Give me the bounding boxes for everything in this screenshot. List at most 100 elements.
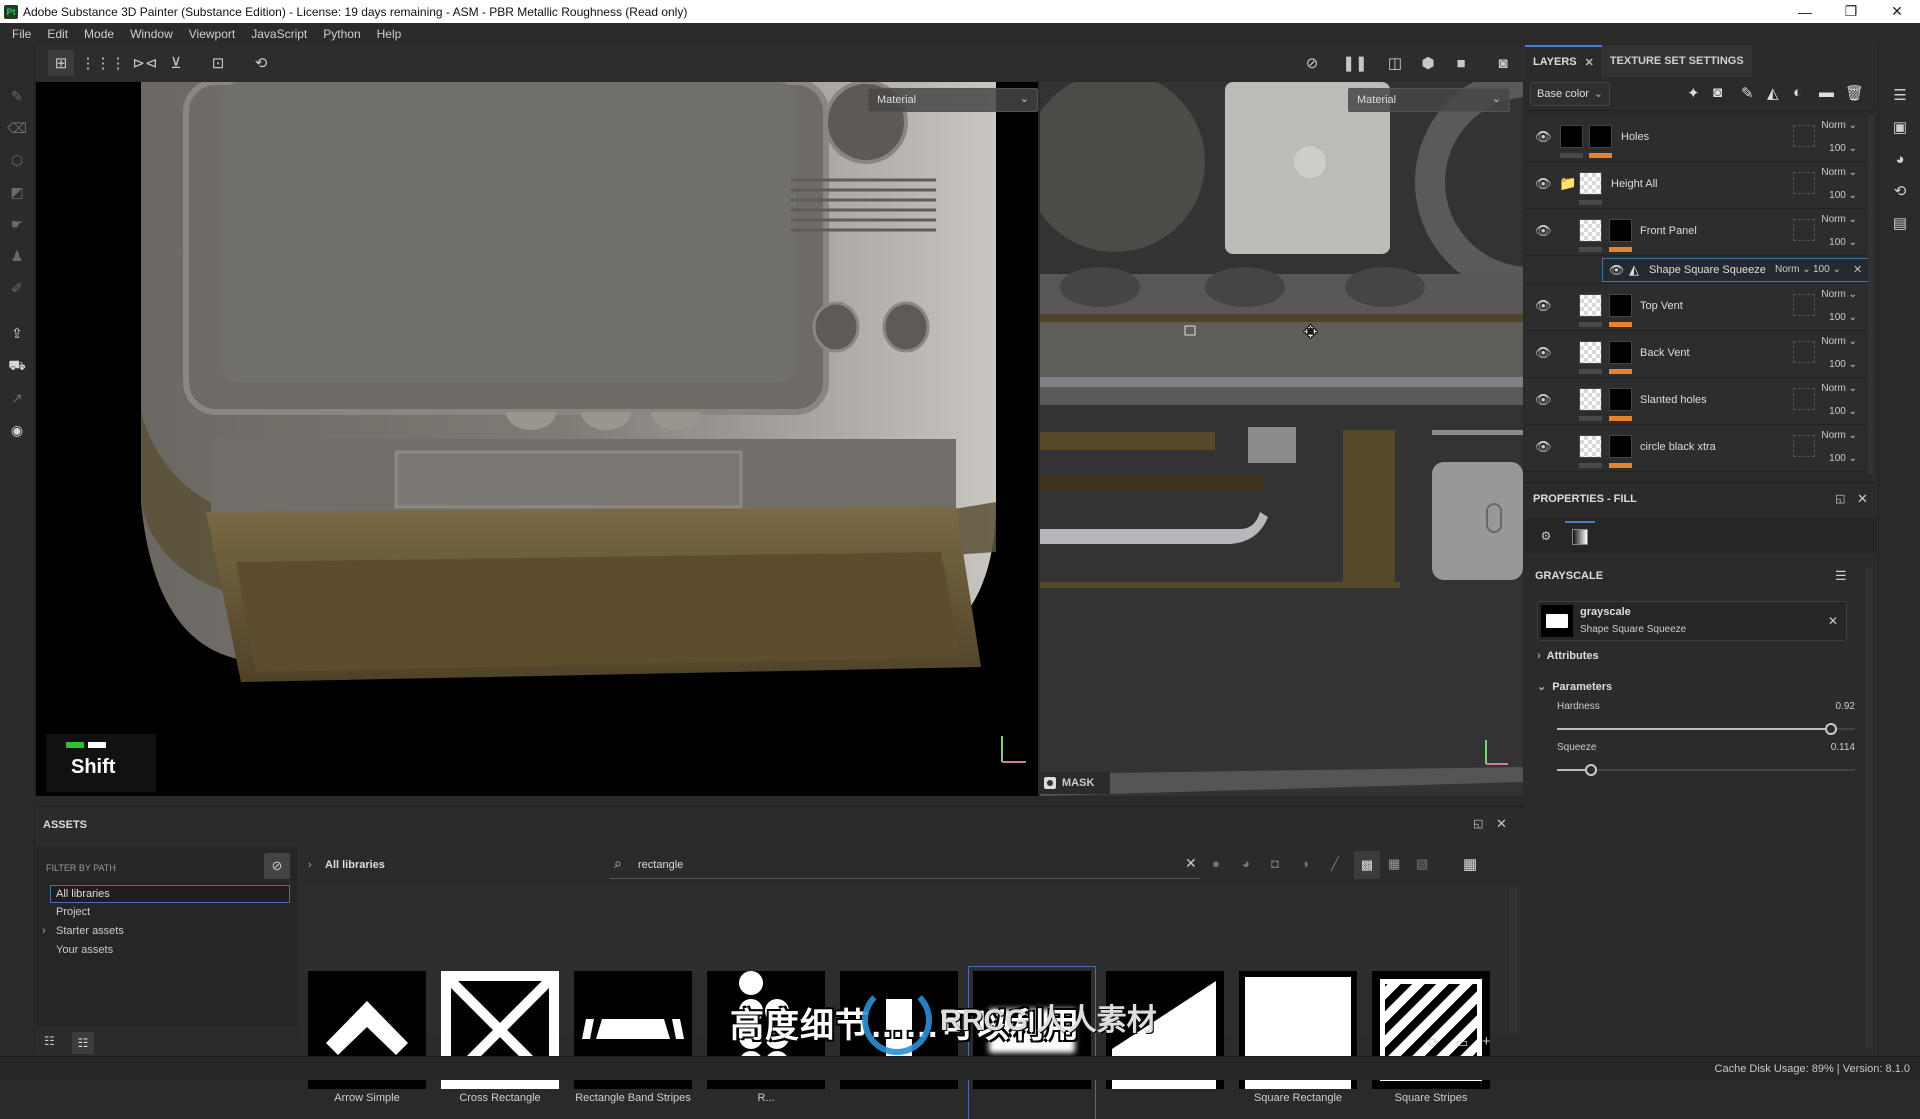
filter-alphas-icon[interactable]: ▩ xyxy=(1354,851,1380,879)
minimize-button[interactable]: — xyxy=(1782,0,1828,23)
add-effect-icon[interactable]: ✦ xyxy=(1687,84,1700,102)
layer-row-height-all[interactable]: 👁 📁 Height All Norm ⌄ 100 ⌄ xyxy=(1525,162,1865,209)
geometry-mask-slot[interactable] xyxy=(1793,341,1815,363)
hardness-slider[interactable] xyxy=(1557,723,1855,735)
asset-item[interactable]: Arrow Simple xyxy=(308,971,426,1119)
filter-textures-icon[interactable]: ◘ xyxy=(1271,856,1279,871)
visibility-eye-icon[interactable]: 👁 xyxy=(1535,345,1553,360)
parameters-toggle[interactable]: ⌄ Parameters xyxy=(1537,680,1612,693)
layer-row-front-panel[interactable]: 👁 Front Panel Norm ⌄ 100 ⌄ xyxy=(1525,209,1865,256)
opacity-dropdown[interactable]: 100 ⌄ xyxy=(1829,312,1857,323)
pause-icon[interactable]: ❚❚ xyxy=(1342,50,1368,76)
resource-slot[interactable]: grayscale Shape Square Squeeze ✕ xyxy=(1537,601,1847,641)
filter-environments-icon[interactable]: ▨ xyxy=(1416,856,1428,872)
add-fill-layer-icon[interactable]: ◭ xyxy=(1767,84,1779,102)
3d-view-icon[interactable]: ⬢ xyxy=(1415,50,1441,76)
display-settings-icon[interactable]: ▣ xyxy=(1890,117,1910,137)
layer-row-slanted-holes[interactable]: 👁 Slanted holes Norm ⌄ 100 ⌄ xyxy=(1525,378,1865,425)
opacity-dropdown[interactable]: 100 ⌄ xyxy=(1829,406,1857,417)
history-icon[interactable]: ⟲ xyxy=(1890,181,1910,201)
opacity-dropdown[interactable]: 100 ⌄ xyxy=(1829,143,1857,154)
projection-icon[interactable]: ⬡ xyxy=(6,149,28,171)
delete-layer-icon[interactable]: 🗑 xyxy=(1845,84,1864,102)
paint-brush-icon[interactable]: ✎ xyxy=(6,85,28,107)
tree-item-starter-assets[interactable]: Starter assets xyxy=(56,925,124,937)
mirror-x-icon[interactable]: ⊳⊲ xyxy=(132,50,158,76)
effect-blend-dropdown[interactable]: Norm ⌄ xyxy=(1775,264,1811,275)
clone-stamp-icon[interactable]: ♟ xyxy=(6,245,28,267)
opacity-dropdown[interactable]: 100 ⌄ xyxy=(1829,237,1857,248)
add-anchor-icon[interactable]: ⊡ xyxy=(205,50,231,76)
visibility-eye-icon[interactable]: 👁 xyxy=(1535,176,1553,191)
shader-settings-icon[interactable]: ◕ xyxy=(1890,149,1910,169)
menu-edit[interactable]: Edit xyxy=(39,27,76,41)
effect-row-shape-square-squeeze[interactable]: 👁 ◭ Shape Square Squeeze Norm ⌄ 100 ⌄ ✕ xyxy=(1602,258,1872,282)
new-library-icon[interactable]: ▭ xyxy=(1456,1035,1468,1051)
close-tab-icon[interactable]: ✕ xyxy=(1585,56,1594,69)
filter-materials-icon[interactable]: ● xyxy=(1212,856,1220,871)
blend-mode-dropdown[interactable]: Norm ⌄ xyxy=(1821,167,1857,178)
bake-icon[interactable]: ⛟ xyxy=(6,355,28,377)
search-input[interactable]: ⌕ rectangle xyxy=(610,851,1200,879)
blend-mode-dropdown[interactable]: Norm ⌄ xyxy=(1821,383,1857,394)
viewport2d-channel-dropdown[interactable]: Material ⌄ xyxy=(1348,88,1510,112)
mask-thumbnail[interactable] xyxy=(1609,435,1632,458)
refresh-icon[interactable]: ⟳ xyxy=(1428,1035,1439,1051)
channel-dropdown[interactable]: Base color ⌄ xyxy=(1530,81,1610,106)
visibility-eye-icon[interactable]: 👁 xyxy=(1535,392,1553,407)
tree-item-all-libraries[interactable]: All libraries xyxy=(50,885,290,903)
select-object-icon[interactable]: ⊞ xyxy=(48,50,74,76)
squeeze-value[interactable]: 0.114 xyxy=(1831,742,1855,753)
geometry-mask-slot[interactable] xyxy=(1793,388,1815,410)
opacity-dropdown[interactable]: 100 ⌄ xyxy=(1829,359,1857,370)
menu-javascript[interactable]: JavaScript xyxy=(243,27,315,41)
uv-grid-icon[interactable]: ⋮⋮⋮ xyxy=(81,50,126,76)
add-paint-layer-icon[interactable]: ✎ xyxy=(1741,84,1754,102)
layer-row-holes[interactable]: 👁 Holes Norm ⌄ 100 ⌄ xyxy=(1525,115,1865,162)
hide-filter-icon[interactable]: ⊘ xyxy=(264,853,290,879)
viewport-2d-uv[interactable]: ✥ Material ⌄ MASK xyxy=(1040,82,1523,796)
remove-effect-icon[interactable]: ✕ xyxy=(1853,263,1862,276)
opacity-dropdown[interactable]: 100 ⌄ xyxy=(1829,453,1857,464)
blend-mode-dropdown[interactable]: Norm ⌄ xyxy=(1821,120,1857,131)
properties-scrollbar[interactable] xyxy=(1866,568,1872,1048)
opacity-dropdown[interactable]: 100 ⌄ xyxy=(1829,190,1857,201)
mask-toggle[interactable]: MASK xyxy=(1040,772,1110,794)
visibility-eye-icon[interactable]: 👁 xyxy=(1535,223,1553,238)
screenshot-icon[interactable]: ◙ xyxy=(1490,50,1516,76)
effect-opacity-dropdown[interactable]: 100 ⌄ xyxy=(1813,264,1841,275)
layers-scrollbar[interactable] xyxy=(1868,115,1874,475)
visibility-eye-icon[interactable]: 👁 xyxy=(1609,263,1624,277)
close-button[interactable]: ✕ xyxy=(1874,0,1920,23)
clear-resource-icon[interactable]: ✕ xyxy=(1828,614,1838,628)
menu-python[interactable]: Python xyxy=(315,27,368,41)
blend-mode-dropdown[interactable]: Norm ⌄ xyxy=(1821,289,1857,300)
filter-grunges-icon[interactable]: ▦ xyxy=(1388,856,1400,872)
slider-handle[interactable] xyxy=(1584,764,1597,776)
tab-layers[interactable]: LAYERS ✕ xyxy=(1525,45,1602,77)
viewport-3d[interactable]: Material ⌄ Shift xyxy=(36,82,1038,796)
blend-mode-dropdown[interactable]: Norm ⌄ xyxy=(1821,336,1857,347)
layer-row-back-vent[interactable]: 👁 Back Vent Norm ⌄ 100 ⌄ xyxy=(1525,331,1865,378)
geometry-mask-slot[interactable] xyxy=(1793,172,1815,194)
add-folder-icon[interactable]: ▬ xyxy=(1819,84,1834,101)
add-mask-icon[interactable]: ◙ xyxy=(1713,84,1722,101)
layers-dock-icon[interactable]: ☰ xyxy=(1890,85,1910,105)
eraser-icon[interactable]: ⌫ xyxy=(6,117,28,139)
assets-scrollbar[interactable] xyxy=(1509,887,1517,1032)
menu-window[interactable]: Window xyxy=(122,27,181,41)
grayscale-tab[interactable] xyxy=(1565,521,1595,551)
squeeze-slider[interactable] xyxy=(1557,764,1855,776)
mirror-y-icon[interactable]: ⊻ xyxy=(163,50,189,76)
filter-smart-materials-icon[interactable]: ◕ xyxy=(1242,856,1250,871)
asset-item[interactable]: Rectangle Band Stripes xyxy=(574,971,692,1119)
slider-handle[interactable] xyxy=(1825,723,1838,735)
viewport3d-channel-dropdown[interactable]: Material ⌄ xyxy=(868,88,1038,112)
geometry-mask-slot[interactable] xyxy=(1793,435,1815,457)
undock-icon[interactable]: ◱ xyxy=(1835,492,1845,505)
export-icon[interactable]: ⇪ xyxy=(6,322,28,344)
section-menu-icon[interactable]: ☰ xyxy=(1835,568,1847,584)
breadcrumb[interactable]: All libraries xyxy=(325,859,385,871)
asset-item[interactable]: Cross Rectangle xyxy=(441,971,559,1119)
undock-icon[interactable]: ◱ xyxy=(1473,817,1483,830)
